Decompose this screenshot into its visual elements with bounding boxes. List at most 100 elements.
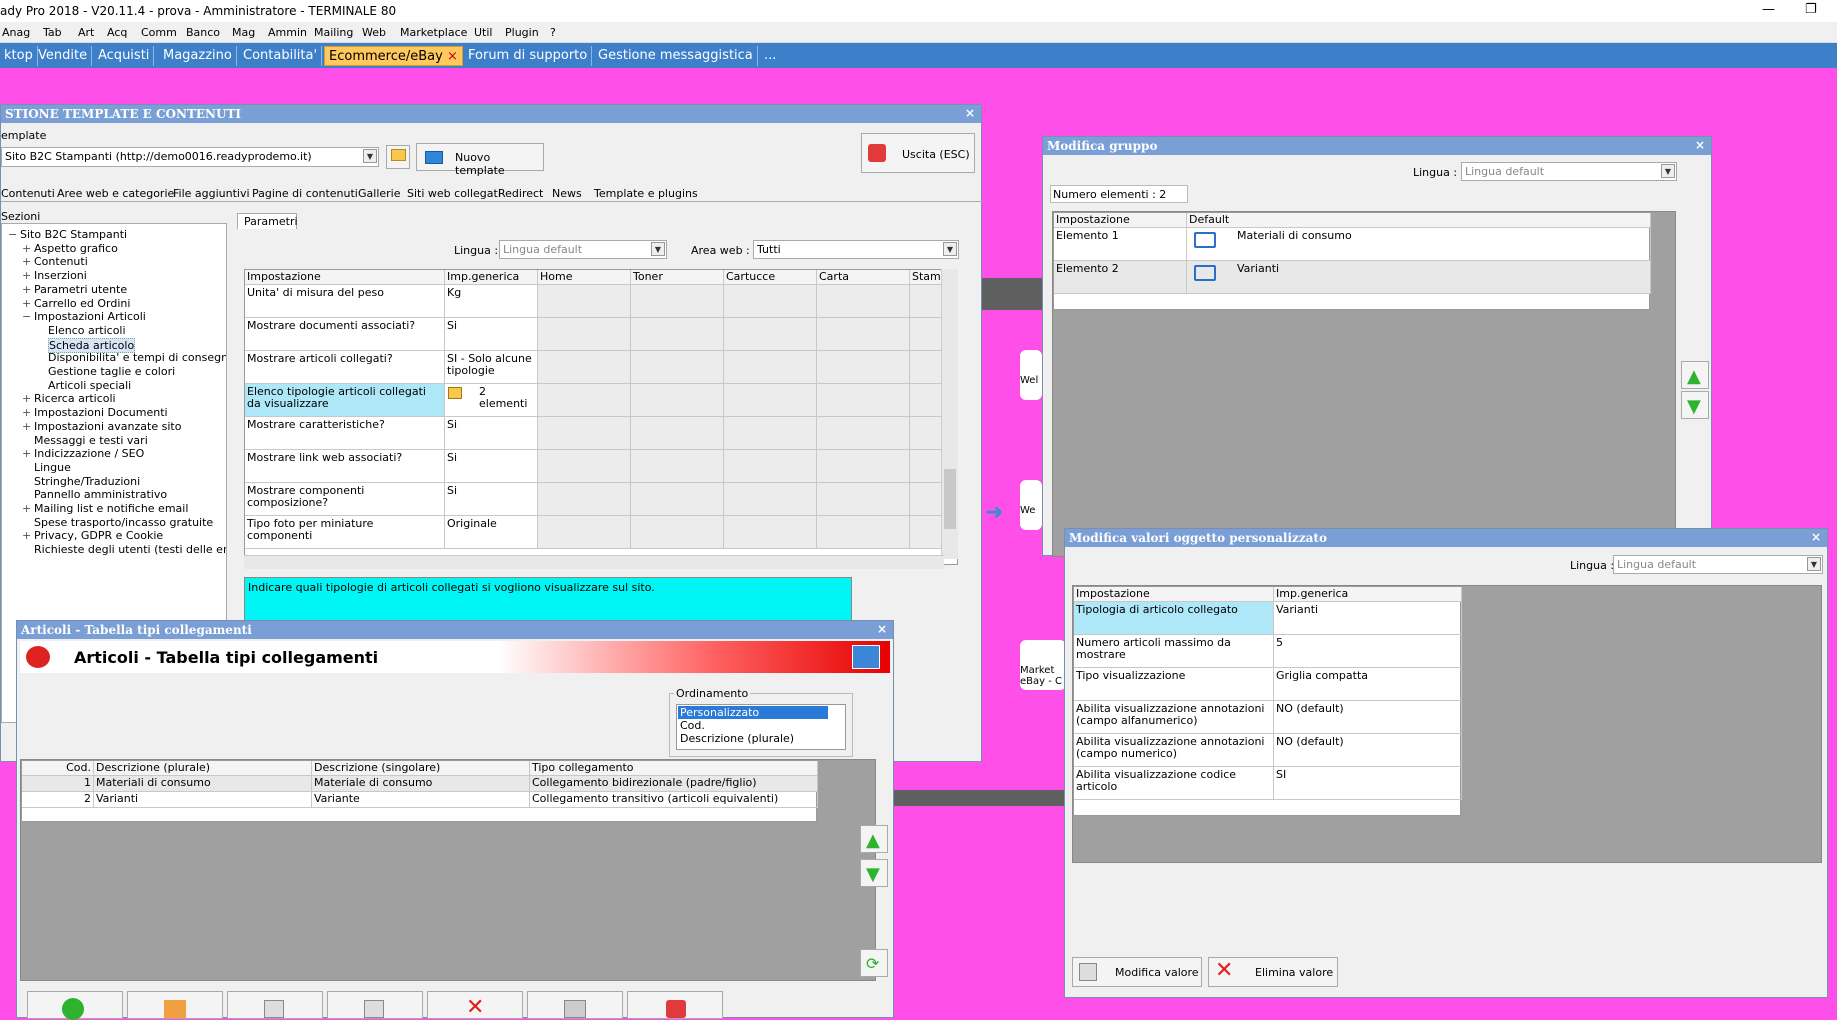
refresh-button[interactable]: ⟳ xyxy=(860,949,888,977)
tree-expander[interactable]: + xyxy=(22,420,31,433)
column-header[interactable]: Descrizione (singolare) xyxy=(312,761,530,776)
move-down-button[interactable]: ▼ xyxy=(860,859,888,887)
column-header[interactable]: Imp.generica xyxy=(445,270,538,285)
setting-value-cell[interactable]: Griglia compatta xyxy=(1274,668,1462,701)
tree-item[interactable]: Stringhe/Traduzioni xyxy=(34,475,140,488)
tab-redirect[interactable]: Redirect xyxy=(498,187,543,200)
tree-expander[interactable]: + xyxy=(22,529,31,542)
move-down-button[interactable]: ▼ xyxy=(1681,391,1709,419)
setting-value-cell[interactable]: NO (default) xyxy=(1274,701,1462,734)
tree-item[interactable]: Gestione taglie e colori xyxy=(48,365,175,378)
table-cell[interactable]: 2 xyxy=(22,792,94,808)
area-value-cell[interactable] xyxy=(538,516,631,549)
template-select[interactable]: Sito B2C Stampanti (http://demo0016.read… xyxy=(1,147,379,167)
menu-web[interactable]: Web xyxy=(362,26,386,39)
table-cell[interactable]: Collegamento transitivo (articoli equiva… xyxy=(530,792,818,808)
area-value-cell[interactable] xyxy=(724,318,817,351)
menu-banco[interactable]: Banco xyxy=(186,26,220,39)
area-value-cell[interactable] xyxy=(724,384,817,417)
column-header[interactable]: Imp.generica xyxy=(1274,587,1462,602)
setting-value-cell[interactable]: Si xyxy=(445,318,538,351)
setting-value-cell[interactable]: SI xyxy=(1274,767,1462,800)
tree-item[interactable]: Articoli speciali xyxy=(48,379,131,392)
tree-item[interactable]: Elenco articoli xyxy=(48,324,126,337)
menu-marketplace[interactable]: Marketplace xyxy=(400,26,467,39)
tree-item[interactable]: Spese trasporto/incasso gratuite xyxy=(34,516,213,529)
tree-expander[interactable]: + xyxy=(22,242,31,255)
setting-name-cell[interactable]: Tipo foto per miniature componenti xyxy=(245,516,445,549)
menu-util[interactable]: Util xyxy=(474,26,492,39)
tree-item[interactable]: Aspetto grafico xyxy=(34,242,118,255)
tab-parametri[interactable]: Parametri xyxy=(237,213,298,229)
element-name-cell[interactable]: Elemento 1 xyxy=(1054,228,1187,261)
tree-item[interactable]: Parametri utente xyxy=(34,283,127,296)
tab-template-plugins[interactable]: Template e plugins xyxy=(594,187,698,200)
setting-name-cell[interactable]: Elenco tipologie articoli collegati da v… xyxy=(245,384,445,417)
folder-button[interactable] xyxy=(386,145,410,169)
setting-value-cell[interactable]: Si xyxy=(445,450,538,483)
column-header[interactable]: Tipo collegamento xyxy=(530,761,818,776)
tree-item[interactable]: Sito B2C Stampanti xyxy=(20,228,127,241)
setting-value-cell[interactable]: Si xyxy=(445,417,538,450)
new-template-button[interactable]: Nuovo template xyxy=(416,143,544,177)
area-value-cell[interactable] xyxy=(724,351,817,384)
setting-name-cell[interactable]: Tipo visualizzazione xyxy=(1074,668,1274,701)
close-icon[interactable]: × xyxy=(877,622,887,636)
tree-item[interactable]: Carrello ed Ordini xyxy=(34,297,130,310)
area-value-cell[interactable] xyxy=(631,351,724,384)
tree-item[interactable]: Impostazioni Articoli xyxy=(34,310,146,323)
setting-value-cell[interactable]: NO (default) xyxy=(1274,734,1462,767)
setting-value-cell[interactable]: Varianti xyxy=(1274,602,1462,635)
menu-art[interactable]: Art xyxy=(78,26,94,39)
tree-expander[interactable]: + xyxy=(22,269,31,282)
area-value-cell[interactable] xyxy=(724,417,817,450)
tab-vendite[interactable]: Vendite xyxy=(34,46,93,66)
area-value-cell[interactable] xyxy=(817,384,910,417)
setting-name-cell[interactable]: Unita' di misura del peso xyxy=(245,285,445,318)
tab-desktop[interactable]: ktop xyxy=(0,46,38,66)
edit-value-button[interactable]: Modifica valore xyxy=(1072,957,1202,987)
area-value-cell[interactable] xyxy=(817,483,910,516)
area-value-cell[interactable] xyxy=(538,384,631,417)
area-value-cell[interactable] xyxy=(817,417,910,450)
setting-name-cell[interactable]: Numero articoli massimo da mostrare xyxy=(1074,635,1274,668)
close-icon[interactable]: × xyxy=(965,106,975,120)
tab-forum[interactable]: Forum di supporto xyxy=(464,46,593,66)
area-value-cell[interactable] xyxy=(538,483,631,516)
tab-siti-collegati[interactable]: Siti web collegati xyxy=(407,187,501,200)
setting-value-cell[interactable]: 5 xyxy=(1274,635,1462,668)
tree-item[interactable]: Inserzioni xyxy=(34,269,87,282)
settings-grid[interactable]: Impostazione Imp.generica Home Toner Cartucc… xyxy=(244,269,958,565)
area-value-cell[interactable] xyxy=(631,318,724,351)
group-grid[interactable]: Impostazione Default Elemento 1 Materiali d… xyxy=(1053,212,1651,310)
table-cell[interactable]: 1 xyxy=(22,776,94,792)
maximize-button[interactable]: ❐ xyxy=(1805,2,1817,17)
area-value-cell[interactable] xyxy=(538,417,631,450)
tab-messaggistica[interactable]: Gestione messaggistica xyxy=(594,46,758,66)
close-icon[interactable]: × xyxy=(447,49,458,64)
setting-value-cell[interactable]: Si xyxy=(445,483,538,516)
tree-expander[interactable]: + xyxy=(22,255,31,268)
setting-name-cell[interactable]: Abilita visualizzazione annotazioni (cam… xyxy=(1074,701,1274,734)
column-header[interactable]: Home xyxy=(538,270,631,285)
copy-button[interactable] xyxy=(327,991,423,1019)
column-header[interactable]: Cod. xyxy=(22,761,94,776)
tree-expander[interactable]: − xyxy=(22,310,31,323)
collegamenti-grid[interactable]: Cod. Descrizione (plurale) Descrizione (si… xyxy=(21,760,818,822)
setting-name-cell[interactable]: Mostrare componenti composizione? xyxy=(245,483,445,516)
menu-acq[interactable]: Acq xyxy=(107,26,127,39)
area-value-cell[interactable] xyxy=(817,351,910,384)
table-cell[interactable]: Materiali di consumo xyxy=(94,776,312,792)
area-value-cell[interactable] xyxy=(631,384,724,417)
tree-item[interactable]: Mailing list e notifiche email xyxy=(34,502,188,515)
lingua-select[interactable]: Lingua default ▼ xyxy=(1613,555,1823,574)
tab-ecommerce[interactable]: Ecommerce/eBay × xyxy=(324,46,463,66)
area-value-cell[interactable] xyxy=(631,285,724,318)
element-value-cell[interactable]: Materiali di consumo xyxy=(1187,228,1651,261)
area-value-cell[interactable] xyxy=(631,483,724,516)
tab-more[interactable]: ... xyxy=(760,46,780,66)
area-value-cell[interactable] xyxy=(724,285,817,318)
area-value-cell[interactable] xyxy=(538,351,631,384)
menu-mag[interactable]: Mag xyxy=(232,26,255,39)
table-cell[interactable]: Collegamento bidirezionale (padre/figlio… xyxy=(530,776,818,792)
